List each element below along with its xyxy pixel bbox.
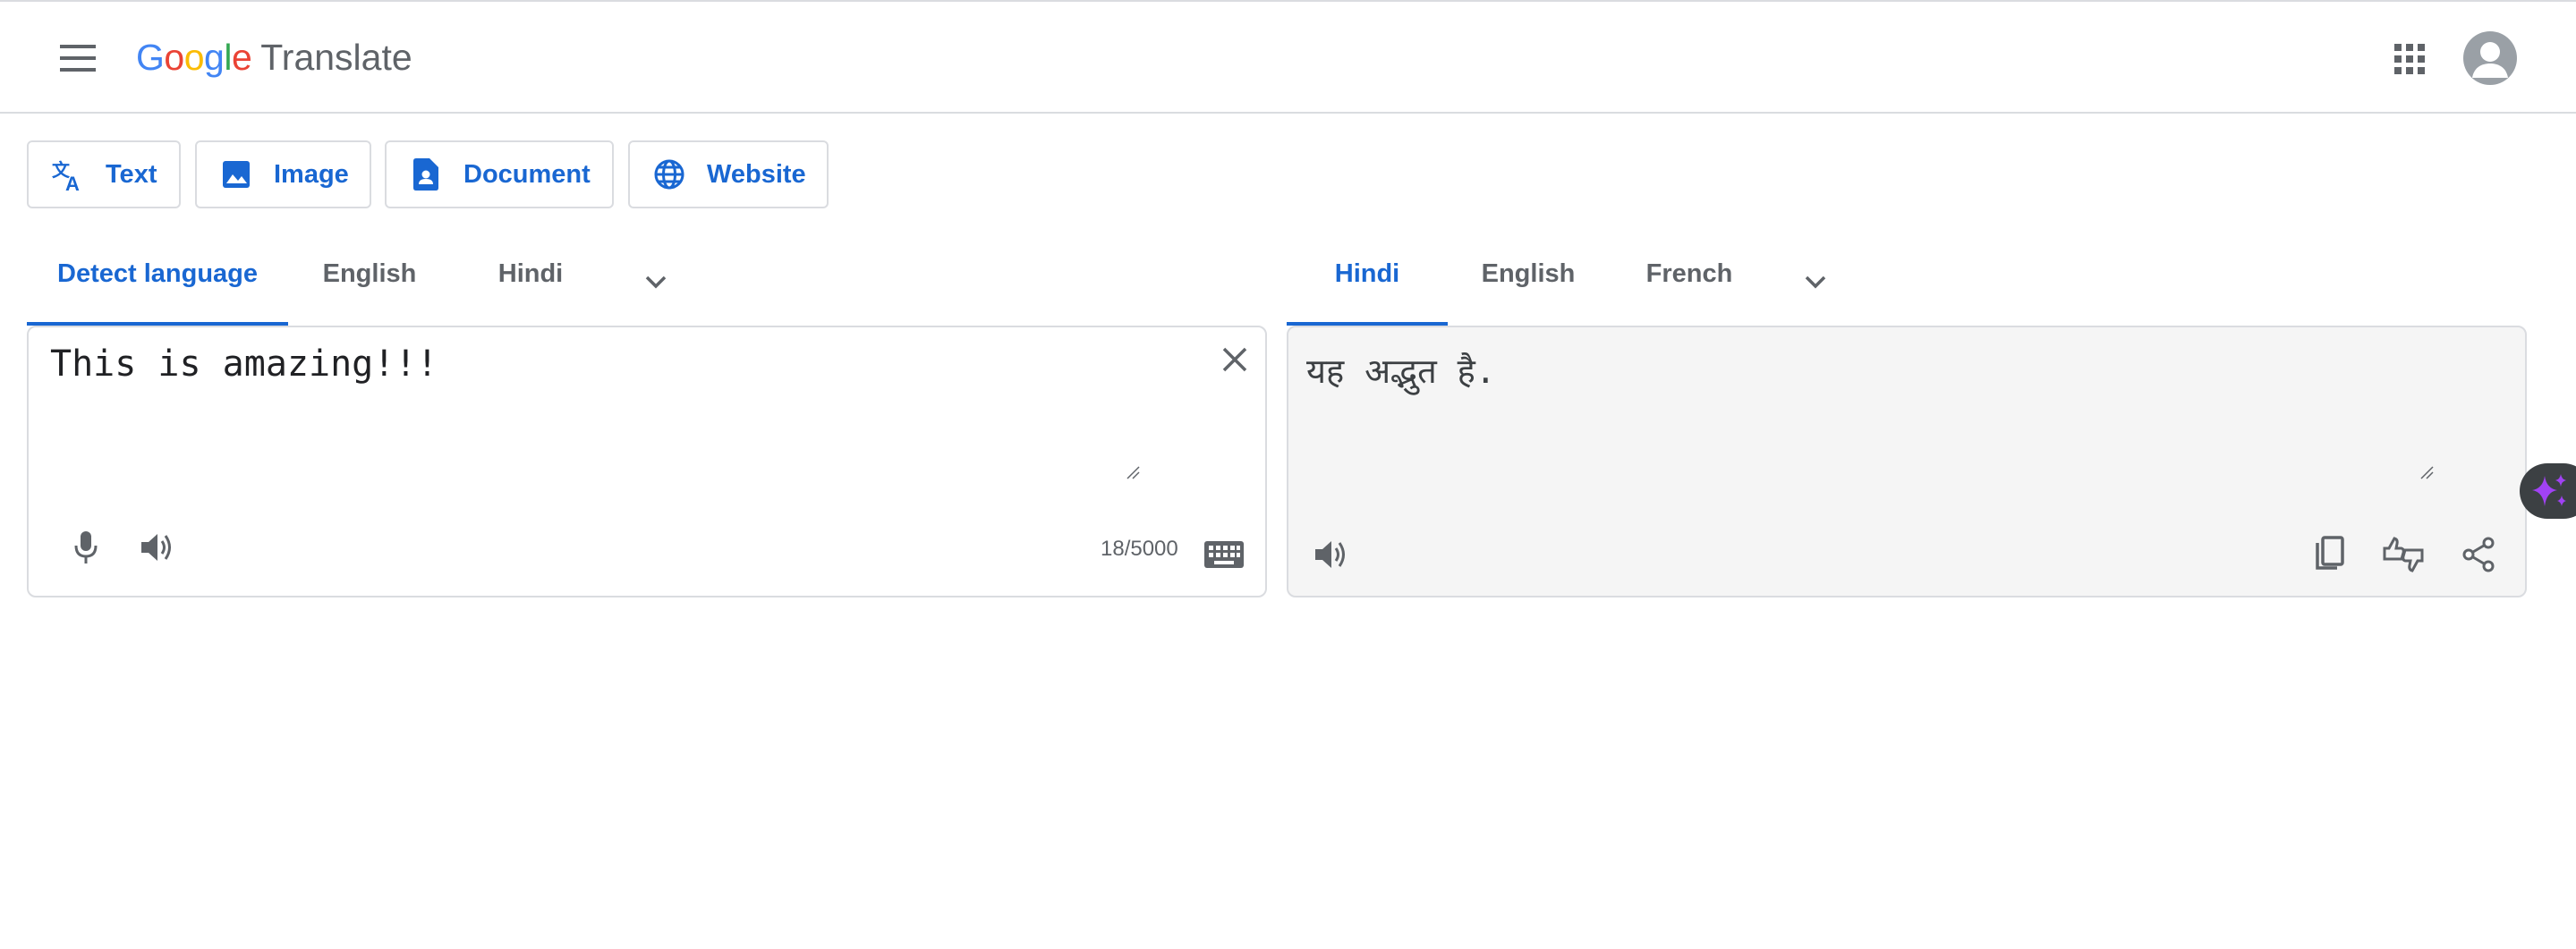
copy-translation-button[interactable]: [2305, 530, 2355, 580]
input-tools-button[interactable]: [1195, 530, 1253, 580]
keyboard-icon: [1204, 541, 1244, 568]
rate-translation-button[interactable]: [2378, 530, 2428, 580]
tab-label: English: [322, 259, 417, 288]
source-tab-detect-language[interactable]: Detect language: [27, 249, 288, 326]
speaker-icon: [1315, 541, 1345, 568]
gemini-side-tab[interactable]: [2520, 463, 2576, 519]
character-count: 18/5000: [1101, 537, 1178, 561]
translate-icon: 文 A: [50, 157, 86, 192]
sparkle-icon: [2532, 474, 2566, 506]
website-mode-button[interactable]: Website: [628, 140, 829, 208]
google-translate-logo[interactable]: Google Translate: [136, 32, 412, 82]
tab-label: Detect language: [57, 259, 258, 288]
top-app-bar: Google Translate: [0, 0, 2576, 114]
hamburger-menu-icon: [60, 45, 96, 72]
text-mode-label: Text: [106, 159, 157, 189]
share-icon: [2462, 537, 2495, 572]
target-tab-french[interactable]: French: [1623, 249, 1756, 326]
source-text-input[interactable]: This is amazing!!!: [48, 342, 1167, 431]
product-name: Translate: [260, 37, 412, 78]
chevron-down-icon: [1805, 275, 1826, 289]
main-menu-button[interactable]: [49, 35, 106, 81]
logo-letter: o: [164, 37, 184, 78]
translated-text: यह अद्भुत है.: [1306, 352, 1496, 391]
document-icon: [408, 157, 444, 192]
account-avatar-icon: [2472, 42, 2508, 78]
resize-handle-icon[interactable]: [2419, 465, 2434, 479]
logo-letter: l: [224, 37, 232, 78]
globe-icon: [651, 157, 687, 192]
translation-panel: यह अद्भुत है.: [1287, 326, 2527, 597]
clear-source-text-button[interactable]: [1210, 335, 1260, 385]
chevron-down-icon: [645, 275, 667, 289]
apps-grid-icon: [2394, 44, 2425, 74]
copy-icon: [2316, 536, 2344, 570]
text-mode-button[interactable]: 文 A Text: [27, 140, 181, 208]
listen-translation-button[interactable]: [1306, 530, 1356, 580]
logo-letter: G: [136, 37, 165, 78]
source-language-more-button[interactable]: [633, 259, 678, 304]
microphone-icon: [74, 531, 98, 563]
image-mode-label: Image: [274, 159, 349, 189]
voice-input-button[interactable]: [61, 522, 111, 572]
source-tab-hindi[interactable]: Hindi: [465, 249, 596, 326]
share-translation-button[interactable]: [2453, 530, 2504, 580]
source-text-panel: This is amazing!!! 18/5000: [27, 326, 1267, 597]
website-mode-label: Website: [707, 159, 806, 189]
target-language-more-button[interactable]: [1793, 259, 1838, 304]
source-tab-english[interactable]: English: [304, 249, 435, 326]
document-mode-button[interactable]: Document: [385, 140, 614, 208]
logo-letter: o: [183, 37, 205, 78]
target-tab-hindi[interactable]: Hindi: [1287, 249, 1448, 326]
speaker-icon: [141, 534, 171, 561]
document-mode-label: Document: [463, 159, 591, 189]
clear-icon: [1222, 347, 1247, 372]
tab-label: Hindi: [1334, 259, 1400, 288]
logo-letter: e: [231, 37, 252, 78]
rate-translation-icon: [2383, 537, 2424, 572]
listen-source-button[interactable]: [132, 522, 183, 572]
logo-letter: g: [204, 37, 225, 78]
tab-label: English: [1481, 259, 1576, 288]
target-tab-english[interactable]: English: [1462, 249, 1594, 326]
svg-text:A: A: [65, 173, 80, 192]
account-avatar[interactable]: [2463, 31, 2517, 85]
tab-label: Hindi: [497, 259, 564, 288]
google-apps-button[interactable]: [2385, 34, 2435, 84]
tab-label: French: [1645, 259, 1733, 288]
image-icon: [218, 157, 254, 192]
resize-handle-icon[interactable]: [1126, 465, 1140, 479]
image-mode-button[interactable]: Image: [195, 140, 371, 208]
